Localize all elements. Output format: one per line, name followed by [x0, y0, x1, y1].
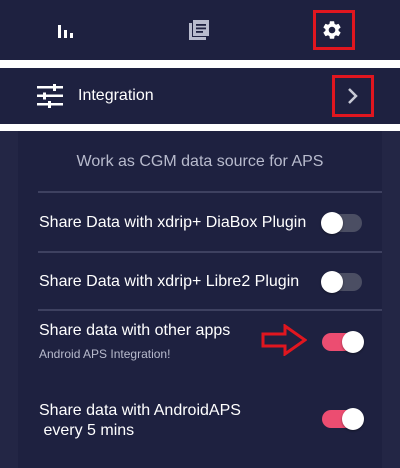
- setting-label-diabox: Share Data with xdrip+ DiaBox Plugin: [39, 214, 307, 231]
- book-icon: [189, 20, 209, 40]
- chevron-right-button[interactable]: [332, 75, 374, 117]
- settings-highlight-box: [313, 10, 355, 50]
- separator: [38, 309, 382, 311]
- toggle-knob: [321, 212, 343, 234]
- setting-label-androidaps-line1: Share data with AndroidAPS: [39, 402, 241, 419]
- setting-label-libre2: Share Data with xdrip+ Libre2 Plugin: [39, 273, 300, 290]
- toggle-diabox[interactable]: [321, 212, 362, 234]
- divider: [0, 124, 400, 131]
- separator: [38, 191, 382, 193]
- panel-margin-right: [382, 131, 400, 468]
- settings-panel: Work as CGM data source for APS Share Da…: [18, 131, 382, 468]
- integration-row[interactable]: Integration: [0, 68, 400, 124]
- toggle-knob: [321, 271, 343, 293]
- divider: [0, 60, 400, 68]
- toggle-libre2[interactable]: [321, 271, 362, 293]
- toggle-androidaps[interactable]: [322, 408, 364, 430]
- chevron-right-icon: [348, 88, 358, 104]
- toggle-knob: [342, 408, 364, 430]
- setting-sub-other-apps: Android APS Integration!: [39, 347, 171, 361]
- top-tab-bar: [0, 0, 400, 60]
- tab-stats[interactable]: [36, 0, 96, 60]
- setting-label-other-apps: Share data with other apps: [39, 322, 231, 339]
- separator: [38, 251, 382, 253]
- red-arrow-annotation-icon: [261, 324, 307, 356]
- toggle-knob: [342, 331, 364, 353]
- toggle-other-apps[interactable]: [322, 331, 364, 353]
- setting-label-androidaps-line2: every 5 mins: [39, 422, 135, 439]
- section-title: Work as CGM data source for APS: [76, 153, 324, 170]
- integration-label: Integration: [78, 87, 154, 104]
- sliders-icon: [37, 84, 63, 108]
- panel-margin-left: [0, 131, 18, 468]
- bar-chart-icon: [58, 25, 73, 38]
- tab-book[interactable]: [169, 0, 229, 60]
